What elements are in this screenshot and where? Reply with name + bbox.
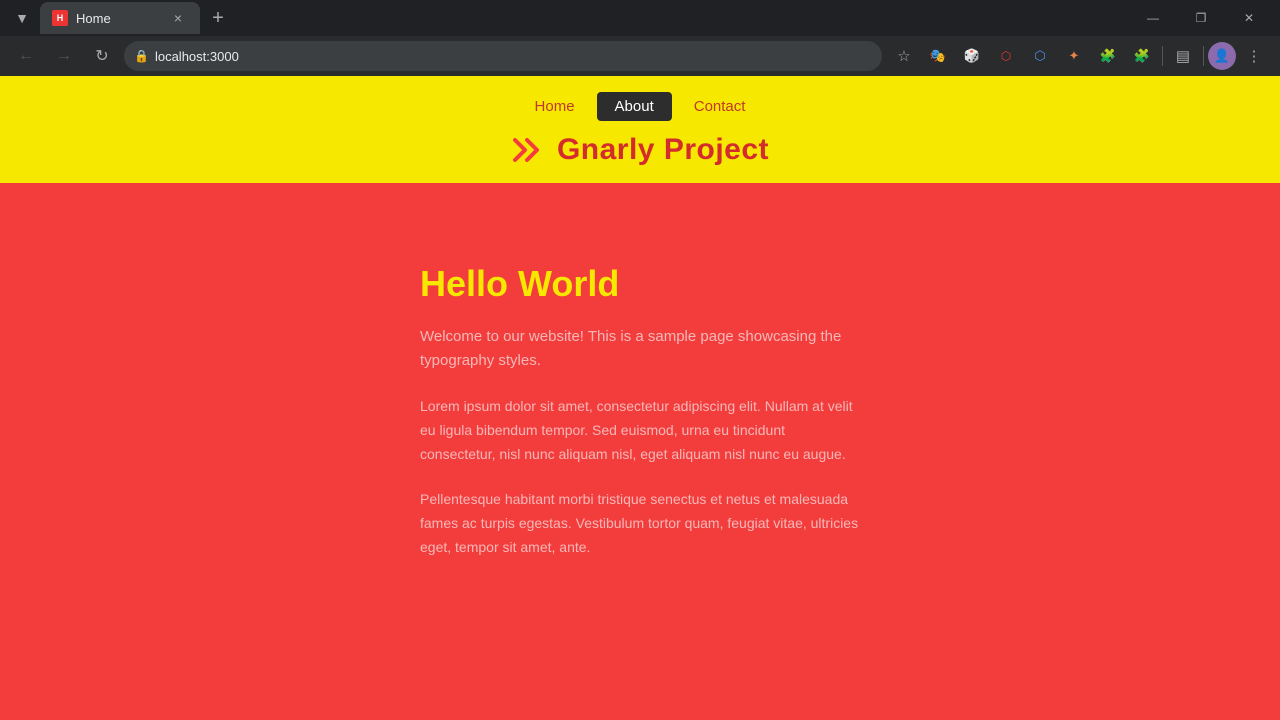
menu-button[interactable]: ⋮ (1238, 40, 1270, 72)
nav-contact[interactable]: Contact (676, 92, 764, 121)
extension-icon-2[interactable]: 🎲 (956, 40, 988, 72)
close-window-button[interactable]: ✕ (1226, 2, 1272, 34)
tab-list-button[interactable]: ▼ (8, 4, 36, 32)
toolbar-divider-2 (1203, 46, 1204, 66)
site-title-area: Gnarly Project (511, 133, 769, 167)
intro-text: Welcome to our website! This is a sample… (420, 325, 860, 373)
sidebar-button[interactable]: ▤ (1167, 40, 1199, 72)
site-body: Hello World Welcome to our website! This… (0, 183, 1280, 642)
extension-icon-5[interactable]: ✦ (1058, 40, 1090, 72)
title-bar-left: ▼ H Home × + (8, 2, 232, 34)
body-paragraph-1: Lorem ipsum dolor sit amet, consectetur … (420, 395, 860, 466)
active-tab[interactable]: H Home × (40, 2, 200, 34)
toolbar-divider (1162, 46, 1163, 66)
extensions-button[interactable]: 🧩 (1126, 40, 1158, 72)
extension-icon-6[interactable]: 🧩 (1092, 40, 1124, 72)
maximize-button[interactable]: ❐ (1178, 2, 1224, 34)
address-bar[interactable] (155, 49, 872, 64)
extension-icon-3[interactable]: ⬡ (990, 40, 1022, 72)
browser-toolbar: ← → ↻ 🔒 ☆ 🎭 🎲 ⬡ ⬡ ✦ 🧩 🧩 ▤ 👤 ⋮ (0, 36, 1280, 76)
profile-button[interactable]: 👤 (1208, 42, 1236, 70)
nav-bar: Home About Contact (517, 92, 764, 121)
minimize-button[interactable]: — (1130, 2, 1176, 34)
main-content: Hello World Welcome to our website! This… (400, 263, 880, 582)
website-content: Home About Contact Gnarly Project Hello … (0, 76, 1280, 720)
nav-home[interactable]: Home (517, 92, 593, 121)
extension-icon-1[interactable]: 🎭 (922, 40, 954, 72)
toolbar-right: ☆ 🎭 🎲 ⬡ ⬡ ✦ 🧩 🧩 ▤ 👤 ⋮ (888, 40, 1270, 72)
reload-button[interactable]: ↻ (86, 40, 118, 72)
bookmark-button[interactable]: ☆ (888, 40, 920, 72)
window-controls: — ❐ ✕ (1130, 2, 1272, 34)
title-bar: ▼ H Home × + — ❐ ✕ (0, 0, 1280, 36)
double-chevron-icon (511, 136, 547, 164)
lock-icon: 🔒 (134, 49, 149, 63)
back-button[interactable]: ← (10, 40, 42, 72)
address-bar-wrap[interactable]: 🔒 (124, 41, 882, 71)
body-paragraph-2: Pellentesque habitant morbi tristique se… (420, 488, 860, 559)
tab-close-button[interactable]: × (168, 8, 188, 28)
tab-favicon: H (52, 10, 68, 26)
tab-title: Home (76, 11, 160, 26)
extension-icon-4[interactable]: ⬡ (1024, 40, 1056, 72)
new-tab-button[interactable]: + (204, 4, 232, 32)
forward-button[interactable]: → (48, 40, 80, 72)
site-title-text: Gnarly Project (557, 133, 769, 167)
nav-about[interactable]: About (597, 92, 672, 121)
site-header: Home About Contact Gnarly Project (0, 76, 1280, 183)
browser-chrome: ▼ H Home × + — ❐ ✕ ← → ↻ 🔒 ☆ 🎭 (0, 0, 1280, 76)
page-heading: Hello World (420, 263, 860, 305)
